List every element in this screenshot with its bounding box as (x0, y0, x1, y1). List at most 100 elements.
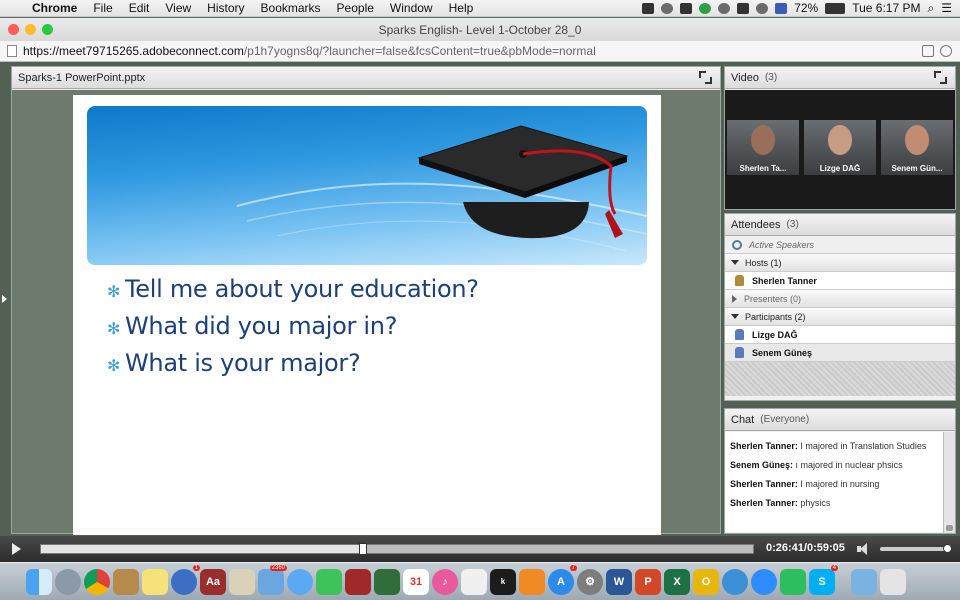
menu-edit[interactable]: Edit (121, 1, 158, 15)
attendee-name: Senem Güneş (752, 347, 813, 358)
video-feed-name: Lizge DAĞ (819, 164, 861, 173)
menu-file[interactable]: File (85, 1, 120, 15)
attendees-pod: Attendees (3) Active Speakers Hosts (1) … (724, 213, 956, 401)
slide-bullet: ✻ What is your major? (107, 349, 479, 386)
slide-bullet-list: ✻ Tell me about your education? ✻ What did… (107, 275, 479, 386)
menu-people[interactable]: People (329, 1, 382, 15)
mail-icon[interactable]: 2360 (258, 564, 287, 595)
participants-group-header[interactable]: Participants (2) (725, 308, 955, 326)
airplay-tray-icon[interactable] (718, 2, 731, 14)
chat-text: I majored in nursing (797, 479, 880, 489)
evernote-tray-icon[interactable] (680, 2, 693, 14)
messages-icon[interactable] (287, 568, 313, 595)
presenters-group-header[interactable]: Presenters (0) (725, 290, 955, 308)
attendees-empty-area (725, 362, 955, 396)
zoom-icon[interactable] (751, 568, 777, 595)
volume-slider[interactable] (880, 544, 952, 553)
downloads-folder-icon[interactable] (851, 568, 877, 595)
finder-icon[interactable] (26, 568, 52, 595)
menu-help[interactable]: Help (441, 1, 482, 15)
app-store-icon[interactable]: A7 (548, 564, 577, 595)
battery-percent[interactable]: 72% (794, 1, 818, 15)
hosts-group-header[interactable]: Hosts (1) (725, 254, 955, 272)
reminders-icon[interactable] (461, 568, 487, 595)
mac-dock: 1 Aa 2360 31 ♪ k A7 ⚙ W P X O S4 (0, 562, 960, 600)
attendee-participant[interactable]: Senem Güneş (725, 344, 955, 362)
system-preferences-icon[interactable]: ⚙ (577, 568, 603, 595)
chat-messages: Sherlen Tanner: I majored in Translation… (725, 432, 943, 532)
camera-tray-icon[interactable] (642, 2, 655, 14)
excel-icon[interactable]: X (664, 568, 690, 595)
hosts-group-label: Hosts (1) (745, 257, 782, 268)
playback-scrubber-handle[interactable] (358, 543, 367, 555)
play-button[interactable] (0, 543, 24, 555)
chat-scrollbar[interactable] (943, 432, 955, 533)
menu-window[interactable]: Window (382, 1, 441, 15)
evernote-icon[interactable] (780, 568, 806, 595)
chat-text: I majored in Translation Studies (797, 441, 927, 451)
chat-pod-title: Chat (731, 413, 755, 426)
whatsapp-tray-icon[interactable] (699, 2, 712, 14)
trash-icon[interactable] (880, 568, 906, 595)
attendee-participant[interactable]: Lizge DAĞ (725, 326, 955, 344)
preview-icon[interactable] (229, 568, 255, 595)
stickies-icon[interactable] (142, 568, 168, 595)
share-pod-title: Sparks-1 PowerPoint.pptx (18, 71, 146, 84)
ibooks-icon[interactable] (519, 568, 545, 595)
chat-pod: Chat (Everyone) Sherlen Tanner: I majore… (724, 408, 956, 534)
dictionary-icon[interactable]: Aa (200, 568, 226, 595)
attendees-pod-title: Attendees (731, 218, 781, 231)
menu-app-chrome[interactable]: Chrome (24, 1, 85, 15)
play-icon (11, 543, 21, 555)
menu-bookmarks[interactable]: Bookmarks (253, 1, 329, 15)
volume-slider-handle[interactable] (943, 544, 952, 553)
notefile-icon[interactable] (113, 568, 139, 595)
volume-icon[interactable] (857, 543, 871, 555)
calendar-day: 31 (409, 575, 423, 588)
collapse-left-arrow-icon[interactable] (2, 295, 7, 303)
video-feed[interactable]: Sherlen Ta... (727, 120, 799, 175)
bullet-asterisk-icon: ✻ (107, 284, 121, 301)
word-icon[interactable]: W (606, 568, 632, 595)
chrome-icon[interactable] (84, 568, 110, 595)
contacts-icon[interactable]: 1 (171, 564, 200, 595)
photo-booth-icon[interactable] (345, 568, 371, 595)
chat-message: Sherlen Tanner: I majored in nursing (730, 479, 943, 498)
volume-tray-icon[interactable] (737, 2, 750, 14)
photos-icon[interactable] (374, 568, 400, 595)
fullscreen-expand-icon[interactable] (699, 71, 712, 84)
dock-badge: 7 (569, 564, 577, 571)
launchpad-icon[interactable] (55, 568, 81, 595)
menu-history[interactable]: History (199, 1, 252, 15)
menu-view[interactable]: View (157, 1, 199, 15)
address-bar: https://meet79715265.adobeconnect.com/p1… (0, 41, 960, 62)
video-feed[interactable]: Lizge DAĞ (804, 120, 876, 175)
skype-icon[interactable]: S4 (809, 564, 838, 595)
flag-tray-icon[interactable] (775, 2, 788, 14)
fullscreen-expand-icon[interactable] (934, 71, 947, 84)
bullet-asterisk-icon: ✻ (107, 358, 121, 375)
facetime-icon[interactable] (316, 568, 342, 595)
notification-center-icon[interactable]: ☰ (941, 1, 952, 15)
menubar-clock[interactable]: Tue 6:17 PM (852, 1, 920, 15)
presentation-slide: ✻ Tell me about your education? ✻ What did… (73, 95, 661, 535)
itunes-icon[interactable]: ♪ (432, 568, 458, 595)
url-host: https://meet79715265.adobeconnect.com (23, 44, 244, 58)
powerpoint-icon[interactable]: P (635, 568, 661, 595)
extension-icon[interactable] (940, 45, 952, 57)
video-feed[interactable]: Senem Gün... (881, 120, 953, 175)
url-field[interactable]: https://meet79715265.adobeconnect.com/p1… (23, 44, 596, 58)
kindle-icon[interactable]: k (490, 568, 516, 595)
video-feeds: Sherlen Ta... Lizge DAĞ Senem Gün... (725, 90, 955, 209)
battery-icon[interactable] (825, 2, 846, 14)
wifi-tray-icon[interactable] (756, 2, 769, 14)
globe-icon[interactable] (722, 568, 748, 595)
spotlight-search-icon[interactable]: ⌕ (928, 1, 935, 16)
page-action-icon[interactable] (922, 45, 934, 57)
calendar-icon[interactable]: 31 (403, 568, 429, 595)
playback-seek-bar[interactable] (40, 543, 754, 555)
outlook-icon[interactable]: O (693, 568, 719, 595)
attendee-host[interactable]: Sherlen Tanner (725, 272, 955, 290)
scrollbar-thumb[interactable] (946, 525, 953, 531)
sync-tray-icon[interactable] (661, 2, 674, 14)
